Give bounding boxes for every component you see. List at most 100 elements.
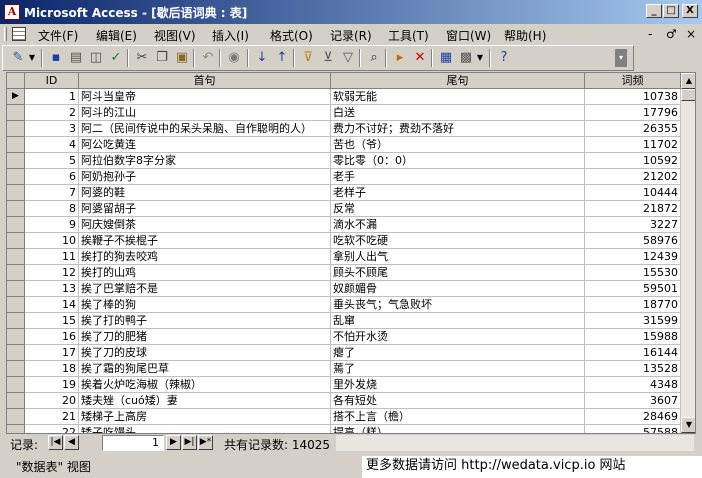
cell-last-phrase[interactable]: 各有短处 bbox=[331, 393, 585, 409]
cell-frequency[interactable]: 11702 bbox=[585, 137, 681, 153]
cell-last-phrase[interactable]: 老样子 bbox=[331, 185, 585, 201]
row-selector[interactable] bbox=[7, 409, 25, 425]
row-selector[interactable] bbox=[7, 425, 25, 433]
cell-frequency[interactable]: 16144 bbox=[585, 345, 681, 361]
cell-first-phrase[interactable]: 矮子吃馒头 bbox=[79, 425, 331, 433]
new-object-icon[interactable]: ▩ bbox=[457, 49, 475, 67]
column-header-frequency[interactable]: 词频 bbox=[585, 73, 681, 89]
row-selector[interactable] bbox=[7, 137, 25, 153]
cell-frequency[interactable]: 26355 bbox=[585, 121, 681, 137]
access-app-icon[interactable]: A bbox=[4, 4, 20, 20]
sort-ascending-icon[interactable]: ↓ bbox=[253, 49, 271, 67]
print-icon[interactable]: ▤ bbox=[67, 49, 85, 67]
cell-frequency[interactable]: 17796 bbox=[585, 105, 681, 121]
cell-first-phrase[interactable]: 挨了巴掌赔不是 bbox=[79, 281, 331, 297]
database-window-icon[interactable]: ▦ bbox=[437, 49, 455, 67]
cell-last-phrase[interactable]: 瘪了 bbox=[331, 345, 585, 361]
cell-id[interactable]: 18 bbox=[25, 361, 79, 377]
cell-id[interactable]: 5 bbox=[25, 153, 79, 169]
new-record-nav-icon[interactable]: ▶* bbox=[198, 435, 213, 450]
cell-id[interactable]: 22 bbox=[25, 425, 79, 433]
filter-by-selection-icon[interactable]: ⊽ bbox=[299, 49, 317, 67]
previous-record-icon[interactable]: ◀ bbox=[64, 435, 79, 450]
scroll-thumb[interactable] bbox=[681, 89, 695, 101]
cell-last-phrase[interactable]: 费力不讨好；费劲不落好 bbox=[331, 121, 585, 137]
cell-last-phrase[interactable]: 搭不上言（檐） bbox=[331, 409, 585, 425]
cell-first-phrase[interactable]: 挨了刀的肥猪 bbox=[79, 329, 331, 345]
sort-descending-icon[interactable]: ↑ bbox=[273, 49, 291, 67]
cell-first-phrase[interactable]: 阿拉伯数字8字分家 bbox=[79, 153, 331, 169]
menu-file[interactable]: 文件(F) bbox=[38, 27, 78, 44]
cell-last-phrase[interactable]: 里外发烧 bbox=[331, 377, 585, 393]
cell-last-phrase[interactable]: 吃软不吃硬 bbox=[331, 233, 585, 249]
cell-first-phrase[interactable]: 阿婆留胡子 bbox=[79, 201, 331, 217]
cell-first-phrase[interactable]: 挨打的狗去咬鸡 bbox=[79, 249, 331, 265]
column-header-id[interactable]: ID bbox=[25, 73, 79, 89]
row-selector[interactable] bbox=[7, 265, 25, 281]
first-record-icon[interactable]: |◀ bbox=[48, 435, 63, 450]
row-selector[interactable] bbox=[7, 185, 25, 201]
scroll-up-icon[interactable]: ▲ bbox=[681, 73, 695, 89]
cell-frequency[interactable]: 58976 bbox=[585, 233, 681, 249]
row-selector[interactable] bbox=[7, 329, 25, 345]
cell-id[interactable]: 21 bbox=[25, 409, 79, 425]
cell-id[interactable]: 20 bbox=[25, 393, 79, 409]
find-icon[interactable]: ⌕ bbox=[365, 49, 383, 67]
cell-last-phrase[interactable]: 反常 bbox=[331, 201, 585, 217]
new-object-dropdown-arrow-icon[interactable]: ▼ bbox=[475, 49, 485, 67]
cell-last-phrase[interactable]: 苦也（爷） bbox=[331, 137, 585, 153]
cell-id[interactable]: 1 bbox=[25, 89, 79, 105]
cell-frequency[interactable]: 57588 bbox=[585, 425, 681, 433]
cell-first-phrase[interactable]: 阿庆嫂倒茶 bbox=[79, 217, 331, 233]
cell-frequency[interactable]: 3607 bbox=[585, 393, 681, 409]
cell-first-phrase[interactable]: 挨了打的鸭子 bbox=[79, 313, 331, 329]
menu-records[interactable]: 记录(R) bbox=[330, 27, 372, 44]
datasheet-doc-icon[interactable] bbox=[12, 27, 26, 41]
row-selector[interactable] bbox=[7, 393, 25, 409]
doc-restore-button[interactable]: ♂ bbox=[666, 27, 677, 41]
cell-frequency[interactable]: 18770 bbox=[585, 297, 681, 313]
cell-last-phrase[interactable]: 奴颜媚骨 bbox=[331, 281, 585, 297]
paste-icon[interactable]: ▣ bbox=[173, 49, 191, 67]
cell-frequency[interactable]: 3227 bbox=[585, 217, 681, 233]
cell-id[interactable]: 9 bbox=[25, 217, 79, 233]
cell-id[interactable]: 3 bbox=[25, 121, 79, 137]
row-selector[interactable] bbox=[7, 201, 25, 217]
menu-edit[interactable]: 编辑(E) bbox=[96, 27, 137, 44]
cell-first-phrase[interactable]: 矮夫矬（cuó矮）妻 bbox=[79, 393, 331, 409]
cell-first-phrase[interactable]: 挨了霜的狗尾巴草 bbox=[79, 361, 331, 377]
save-icon[interactable]: ▪ bbox=[47, 49, 65, 67]
new-record-icon[interactable]: ▸ bbox=[391, 49, 409, 67]
cell-first-phrase[interactable]: 矮梯子上高房 bbox=[79, 409, 331, 425]
row-selector[interactable] bbox=[7, 217, 25, 233]
current-record-input[interactable]: 1 bbox=[102, 435, 164, 451]
last-record-icon[interactable]: ▶| bbox=[182, 435, 197, 450]
row-selector[interactable] bbox=[7, 377, 25, 393]
cut-icon[interactable]: ✂ bbox=[133, 49, 151, 67]
row-selector[interactable] bbox=[7, 313, 25, 329]
menu-insert[interactable]: 插入(I) bbox=[212, 27, 249, 44]
cell-frequency[interactable]: 21872 bbox=[585, 201, 681, 217]
cell-last-phrase[interactable]: 提高（糕） bbox=[331, 425, 585, 433]
row-selector[interactable] bbox=[7, 121, 25, 137]
cell-id[interactable]: 6 bbox=[25, 169, 79, 185]
cell-id[interactable]: 10 bbox=[25, 233, 79, 249]
cell-last-phrase[interactable]: 软弱无能 bbox=[331, 89, 585, 105]
cell-id[interactable]: 12 bbox=[25, 265, 79, 281]
delete-record-icon[interactable]: ✕ bbox=[411, 49, 429, 67]
cell-frequency[interactable]: 10592 bbox=[585, 153, 681, 169]
apply-filter-icon[interactable]: ▽ bbox=[339, 49, 357, 67]
cell-first-phrase[interactable]: 挨打的山鸡 bbox=[79, 265, 331, 281]
cell-last-phrase[interactable]: 顾头不顾尾 bbox=[331, 265, 585, 281]
cell-id[interactable]: 11 bbox=[25, 249, 79, 265]
vertical-scrollbar[interactable]: ▲ ▼ bbox=[681, 73, 695, 433]
view-dropdown-arrow-icon[interactable]: ▼ bbox=[27, 49, 37, 67]
menu-tools[interactable]: 工具(T) bbox=[388, 27, 429, 44]
cell-id[interactable]: 2 bbox=[25, 105, 79, 121]
row-selector[interactable] bbox=[7, 361, 25, 377]
cell-frequency[interactable]: 28469 bbox=[585, 409, 681, 425]
cell-id[interactable]: 17 bbox=[25, 345, 79, 361]
cell-last-phrase[interactable]: 垂头丧气；气急败坏 bbox=[331, 297, 585, 313]
cell-last-phrase[interactable]: 白送 bbox=[331, 105, 585, 121]
scroll-down-icon[interactable]: ▼ bbox=[681, 417, 695, 433]
